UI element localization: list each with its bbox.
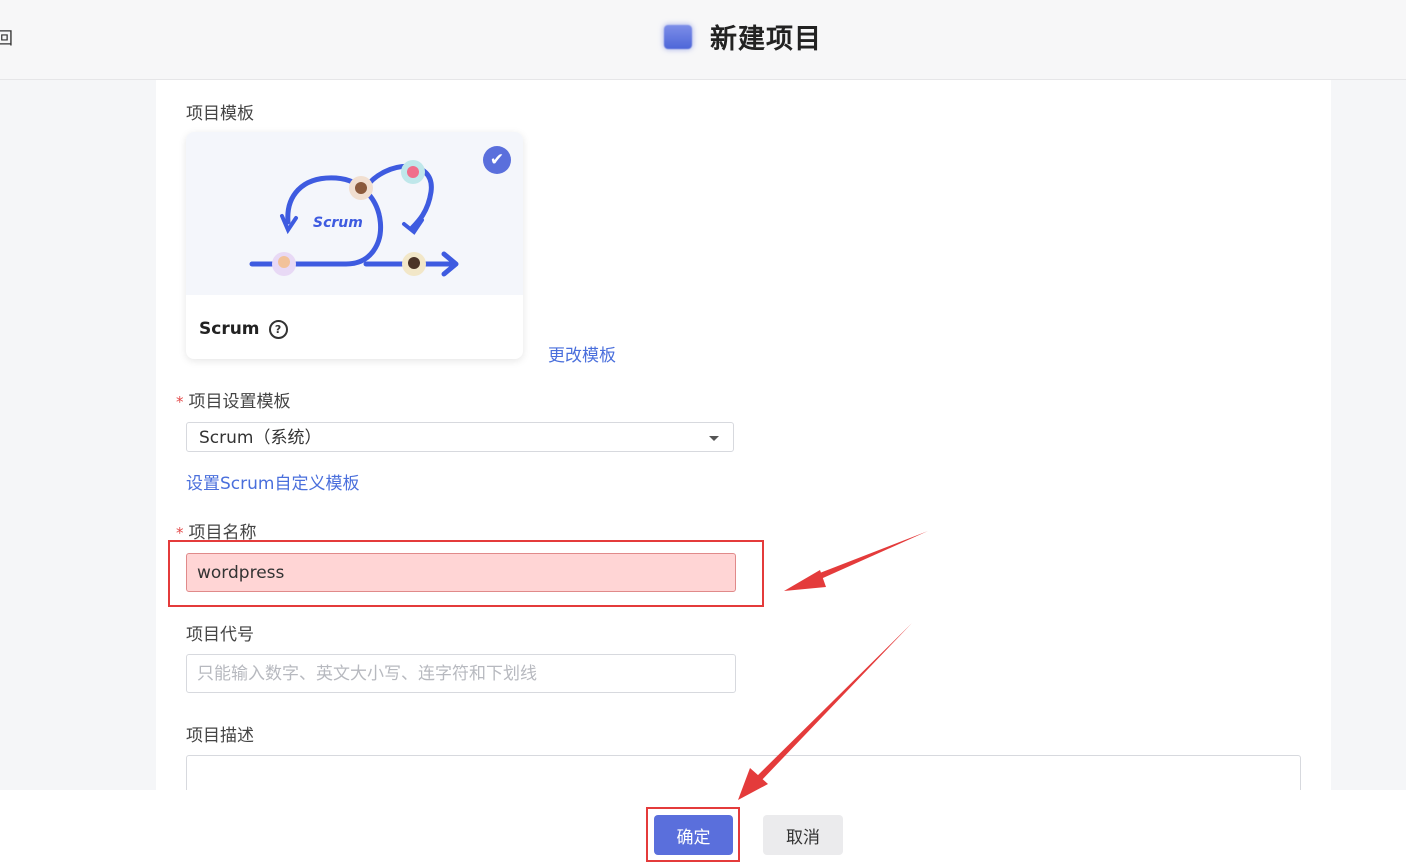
template-name: Scrum bbox=[199, 319, 260, 339]
change-template-link[interactable]: 更改模板 bbox=[548, 341, 616, 366]
title-area: 新建项目 bbox=[664, 17, 822, 56]
confirm-button[interactable]: 确定 bbox=[654, 815, 733, 855]
template-label: 项目模板 bbox=[186, 104, 254, 124]
settings-template-select[interactable]: Scrum（系统） bbox=[186, 422, 734, 452]
project-code-input[interactable] bbox=[186, 654, 736, 693]
chevron-down-icon bbox=[709, 436, 719, 441]
project-name-input[interactable] bbox=[186, 553, 736, 592]
project-icon bbox=[664, 24, 692, 49]
project-desc-label: 项目描述 bbox=[186, 726, 254, 746]
help-icon[interactable]: ? bbox=[268, 319, 288, 339]
project-code-label: 项目代号 bbox=[186, 625, 254, 645]
back-button[interactable]: 回 bbox=[0, 24, 13, 49]
page-title: 新建项目 bbox=[710, 24, 822, 55]
cancel-button[interactable]: 取消 bbox=[763, 815, 843, 855]
required-mark: * bbox=[176, 393, 184, 411]
selected-check-icon: ✔ bbox=[483, 146, 511, 174]
settings-template-value: Scrum（系统） bbox=[199, 428, 322, 448]
illustration-label: Scrum bbox=[313, 215, 363, 231]
required-mark: * bbox=[176, 524, 184, 542]
settings-template-label: * 项目设置模板 bbox=[176, 392, 291, 412]
scrum-illustration: Scrum bbox=[186, 132, 523, 295]
scrum-diagram-icon: Scrum bbox=[249, 160, 459, 277]
form-panel: 项目模板 Scrum ✔ Scrum ? 更改模板 * 项目设置模板 Scrum… bbox=[156, 80, 1331, 815]
template-card-title: Scrum ? bbox=[199, 319, 288, 339]
template-card-scrum[interactable]: Scrum ✔ Scrum ? bbox=[186, 132, 523, 359]
project-name-label: * 项目名称 bbox=[176, 523, 257, 543]
custom-template-link[interactable]: 设置Scrum自定义模板 bbox=[186, 469, 359, 494]
top-bar: 回 新建项目 bbox=[0, 0, 1406, 80]
